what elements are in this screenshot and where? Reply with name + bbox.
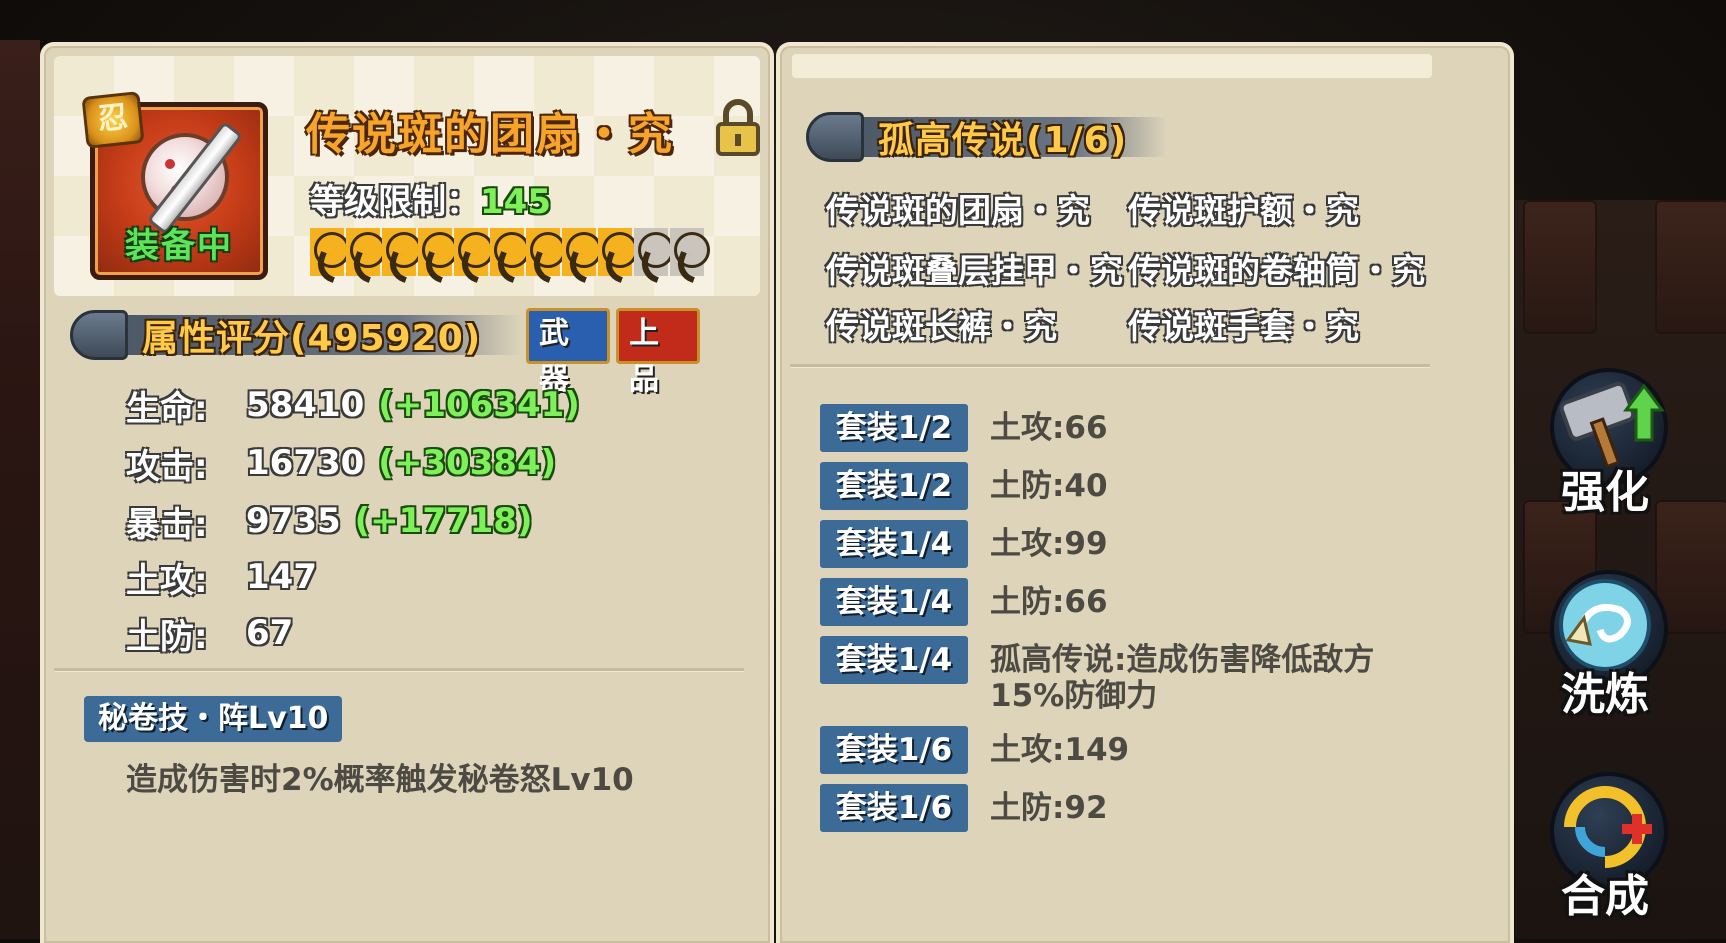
level-label: 等级限制： xyxy=(310,182,480,222)
emblem-icon xyxy=(70,310,128,360)
enhance-button[interactable]: 强化 xyxy=(1540,368,1670,528)
stat-row: 土防: 67 xyxy=(126,608,307,658)
stat-label: 暴击: xyxy=(126,504,208,545)
set-bonus-badge: 套装1/4 xyxy=(820,520,968,568)
stat-label: 土攻: xyxy=(126,560,208,601)
set-member: 传说斑手套・究 xyxy=(1128,307,1359,346)
star-filled-icon xyxy=(490,228,530,276)
set-banner: 孤高传说(1/6) xyxy=(806,110,1168,164)
set-bonus-text: 土防:40 xyxy=(990,468,1108,504)
set-member: 传说斑的卷轴筒・究 xyxy=(1128,251,1425,290)
score-label: 属性评分(495920) xyxy=(142,318,482,359)
star-filled-icon xyxy=(310,228,350,276)
set-bonus-badge: 套装1/4 xyxy=(820,636,968,684)
divider xyxy=(790,364,1430,367)
set-bonus-row: 套装1/4 孤高传说:造成伤害降低敌方15%防御力 xyxy=(820,636,1420,714)
stat-value: 58410 xyxy=(246,385,365,425)
star-filled-icon xyxy=(382,228,422,276)
quality-tag: 上品 xyxy=(616,308,700,397)
skill-name: 秘卷技・阵Lv10 xyxy=(84,696,343,742)
stat-value: 16730 xyxy=(246,443,365,483)
emblem-icon xyxy=(806,112,864,162)
item-detail-panel: 装备中 忍 传说斑的团扇・究 等级限制：145 属性评分(495920) 武器 … xyxy=(40,42,774,943)
type-tag: 武器 xyxy=(526,308,610,397)
stat-bonus: (+30384) xyxy=(378,443,557,483)
set-bonus-text: 土攻:149 xyxy=(990,732,1130,768)
stat-row: 土攻: 147 xyxy=(126,552,331,602)
star-empty-icon xyxy=(670,228,710,276)
set-member: 传说斑护额・究 xyxy=(1128,191,1359,230)
set-title: 孤高传说(1/6) xyxy=(878,120,1128,161)
combine-label: 合成 xyxy=(1561,871,1649,922)
lock-icon[interactable] xyxy=(714,98,762,158)
stat-row: 暴击: 9735 (+17718) xyxy=(126,496,533,546)
equipped-label: 装备中 xyxy=(125,226,233,266)
enhance-label: 强化 xyxy=(1561,467,1649,518)
divider xyxy=(54,668,744,671)
set-bonus-badge: 套装1/2 xyxy=(820,462,968,510)
stat-row: 攻击: 16730 (+30384) xyxy=(126,438,556,488)
skill-description: 造成伤害时2%概率触发秘卷怒Lv10 xyxy=(126,762,634,798)
item-name: 传说斑的团扇・究 xyxy=(306,109,674,160)
item-header: 装备中 忍 传说斑的团扇・究 等级限制：145 xyxy=(54,56,760,296)
star-filled-icon xyxy=(418,228,458,276)
set-bonus-row: 套装1/6 土攻:149 xyxy=(820,726,1420,774)
set-bonus-row: 套装1/4 土防:66 xyxy=(820,578,1420,626)
set-bonus-row: 套装1/4 土攻:99 xyxy=(820,520,1420,568)
set-bonus-row: 套装1/2 土攻:66 xyxy=(820,404,1420,452)
set-bonus-badge: 套装1/6 xyxy=(820,726,968,774)
stat-label: 攻击: xyxy=(126,446,208,487)
set-member: 传说斑长裤・究 xyxy=(826,307,1057,346)
set-bonus-text: 土防:66 xyxy=(990,584,1108,620)
bg-card xyxy=(1655,200,1726,334)
set-bonus-badge: 套装1/4 xyxy=(820,578,968,626)
stat-value: 147 xyxy=(246,557,317,597)
set-info-panel: 孤高传说(1/6) 传说斑的团扇・究 传说斑护额・究 传说斑叠层挂甲・究 传说斑… xyxy=(776,42,1514,943)
set-bonus-row: 套装1/2 土防:40 xyxy=(820,462,1420,510)
stat-label: 土防: xyxy=(126,616,208,657)
set-member: 传说斑叠层挂甲・究 xyxy=(826,251,1123,290)
level-value: 145 xyxy=(480,182,551,222)
background-left xyxy=(0,40,40,939)
stat-value: 9735 xyxy=(246,501,341,541)
stat-value: 67 xyxy=(246,613,294,653)
set-bonus-row: 套装1/6 土防:92 xyxy=(820,784,1420,832)
score-banner: 属性评分(495920) xyxy=(70,308,522,362)
set-bonus-badge: 套装1/6 xyxy=(820,784,968,832)
panel-top-strip xyxy=(792,54,1432,78)
star-filled-icon xyxy=(346,228,386,276)
level-requirement: 等级限制：145 xyxy=(310,174,551,223)
set-bonus-text: 土攻:66 xyxy=(990,410,1108,446)
star-filled-icon xyxy=(562,228,602,276)
stat-row: 生命: 58410 (+106341) xyxy=(126,380,580,430)
set-bonus-text: 土防:92 xyxy=(990,790,1108,826)
star-filled-icon xyxy=(598,228,638,276)
bg-card xyxy=(1523,200,1597,334)
star-filled-icon xyxy=(454,228,494,276)
refine-button[interactable]: 洗炼 xyxy=(1540,570,1670,730)
set-bonus-badge: 套装1/2 xyxy=(820,404,968,452)
set-member: 传说斑的团扇・究 xyxy=(826,191,1090,230)
star-empty-icon xyxy=(634,228,674,276)
combine-button[interactable]: 合成 xyxy=(1540,772,1670,932)
refine-label: 洗炼 xyxy=(1561,669,1649,720)
stat-bonus: (+17718) xyxy=(354,501,533,541)
set-bonus-text: 孤高传说:造成伤害降低敌方15%防御力 xyxy=(990,642,1375,714)
ninja-badge-icon: 忍 xyxy=(81,91,145,149)
star-rating xyxy=(310,228,710,288)
star-filled-icon xyxy=(526,228,566,276)
stat-label: 生命: xyxy=(126,388,208,429)
set-bonus-text: 土攻:99 xyxy=(990,526,1108,562)
hammer-icon xyxy=(1559,381,1665,469)
stat-bonus: (+106341) xyxy=(378,385,580,425)
